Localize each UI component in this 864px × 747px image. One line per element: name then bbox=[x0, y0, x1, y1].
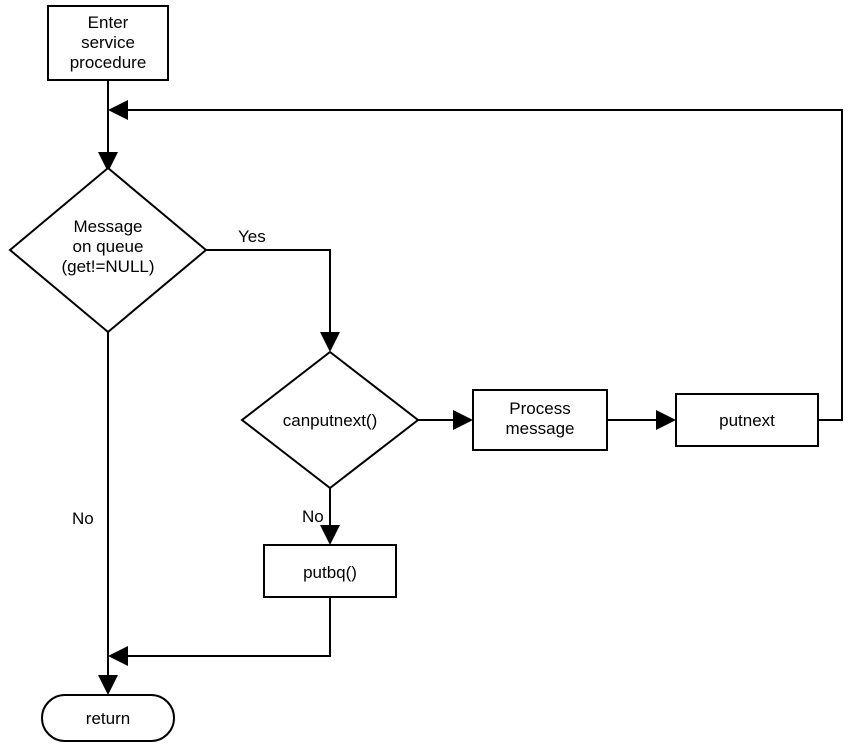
start-line3: procedure bbox=[70, 53, 147, 72]
decision1-line3: (get!=NULL) bbox=[61, 257, 154, 276]
putbq-text: putbq() bbox=[303, 563, 357, 582]
process-line2: message bbox=[506, 419, 575, 438]
decision2-text: canputnext() bbox=[283, 411, 378, 430]
start-line1: Enter bbox=[88, 13, 129, 32]
return-text: return bbox=[86, 709, 130, 728]
putnext-text: putnext bbox=[719, 411, 775, 430]
edge-no2-label: No bbox=[302, 507, 324, 526]
edge-yes-label: Yes bbox=[238, 227, 266, 246]
decision1-line1: Message bbox=[74, 217, 143, 236]
start-line2: service bbox=[81, 33, 135, 52]
decision1-line2: on queue bbox=[73, 237, 144, 256]
edge-no1-label: No bbox=[72, 509, 94, 528]
process-line1: Process bbox=[509, 399, 570, 418]
